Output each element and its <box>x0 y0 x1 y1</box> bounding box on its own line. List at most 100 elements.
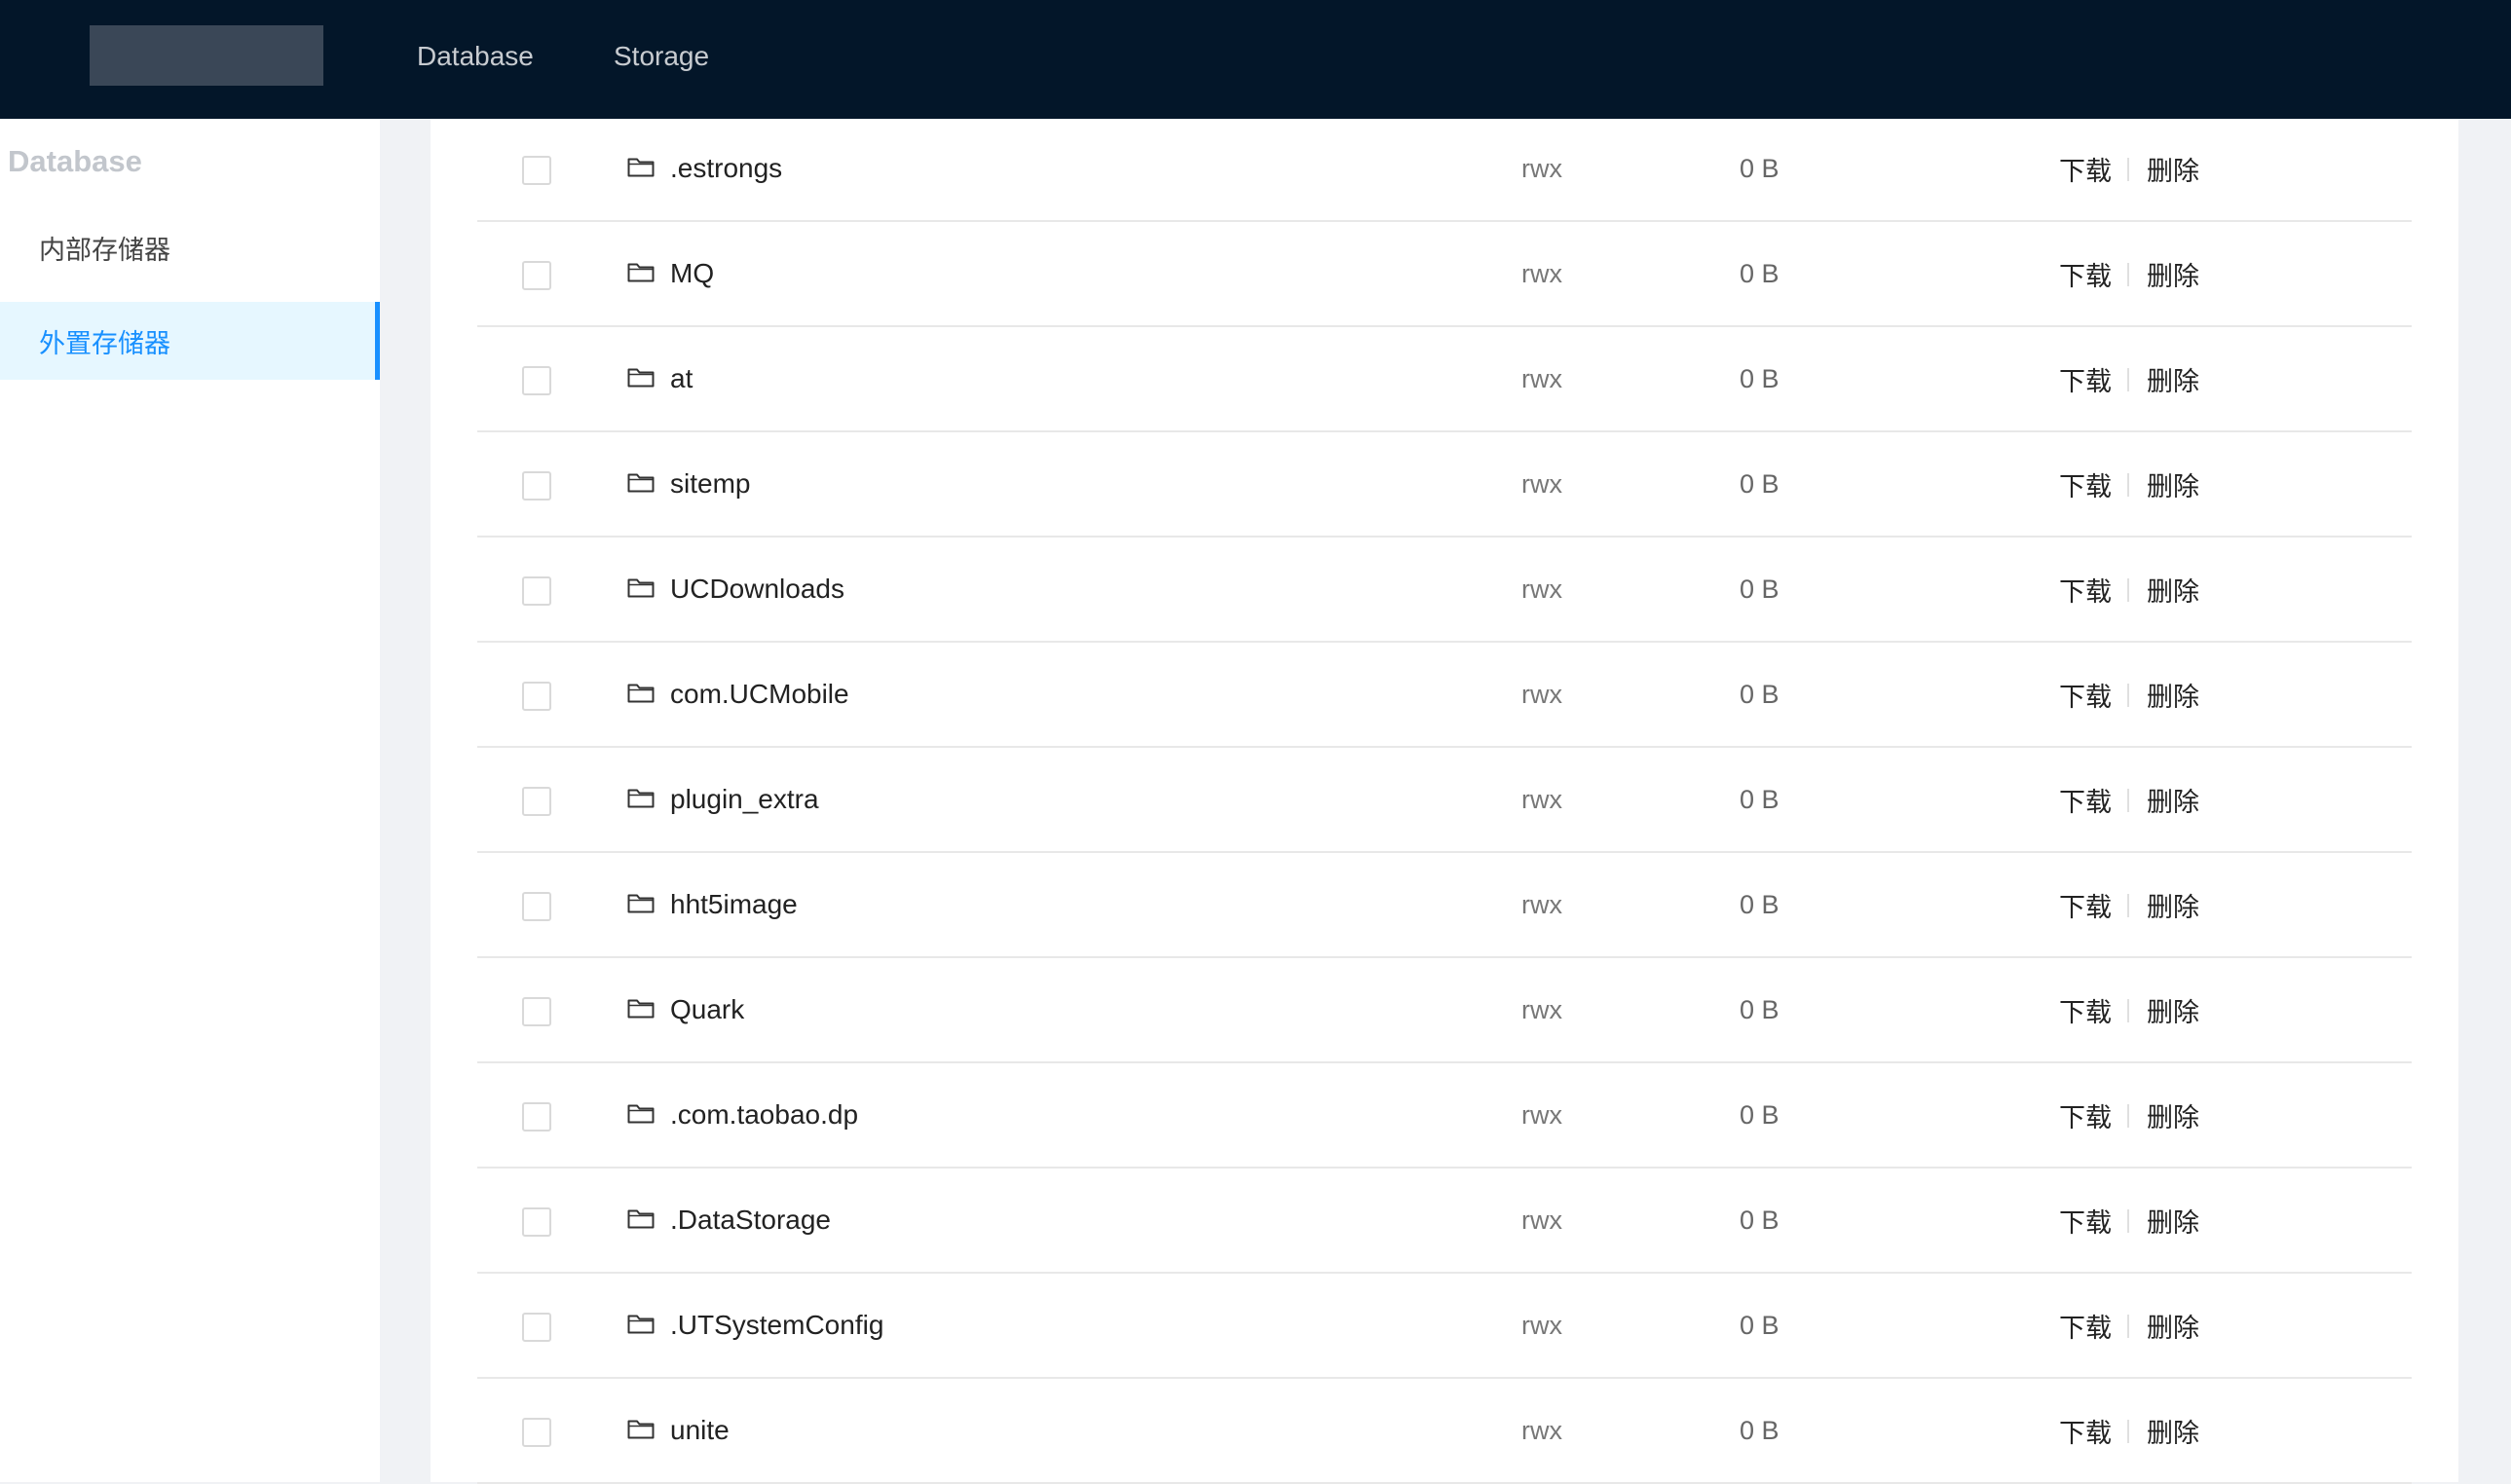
delete-button[interactable]: 删除 <box>2147 432 2199 536</box>
delete-button[interactable]: 删除 <box>2147 222 2199 325</box>
file-size: 0 B <box>1740 994 1780 1024</box>
logo <box>90 25 323 86</box>
download-button[interactable]: 下载 <box>2059 1063 2112 1167</box>
delete-button[interactable]: 删除 <box>2147 1274 2199 1377</box>
action-divider <box>2127 684 2129 707</box>
file-name[interactable]: unite <box>670 1379 730 1482</box>
download-button[interactable]: 下载 <box>2059 643 2112 746</box>
download-button[interactable]: 下载 <box>2059 538 2112 641</box>
delete-button[interactable]: 删除 <box>2147 117 2199 220</box>
delete-button[interactable]: 删除 <box>2147 1169 2199 1272</box>
action-divider <box>2127 894 2129 917</box>
file-size: 0 B <box>1740 468 1780 499</box>
file-name[interactable]: at <box>670 327 693 430</box>
download-button[interactable]: 下载 <box>2059 432 2112 536</box>
download-button[interactable]: 下载 <box>2059 327 2112 430</box>
folder-icon <box>627 575 655 599</box>
table-row: .DataStorage rwx 0 B 下载 删除 <box>477 1169 2412 1274</box>
file-permissions: rwx <box>1521 994 1562 1024</box>
download-button[interactable]: 下载 <box>2059 222 2112 325</box>
delete-button[interactable]: 删除 <box>2147 1379 2199 1482</box>
folder-icon <box>627 365 655 389</box>
row-checkbox[interactable] <box>522 1207 551 1237</box>
delete-button[interactable]: 删除 <box>2147 748 2199 851</box>
action-divider <box>2127 473 2129 497</box>
folder-icon <box>627 1312 655 1335</box>
row-checkbox[interactable] <box>522 366 551 395</box>
table-row: .UTSystemConfig rwx 0 B 下载 删除 <box>477 1274 2412 1379</box>
download-button[interactable]: 下载 <box>2059 748 2112 851</box>
file-name[interactable]: UCDownloads <box>670 538 844 641</box>
delete-button[interactable]: 删除 <box>2147 1063 2199 1167</box>
folder-icon <box>627 260 655 283</box>
file-name[interactable]: hht5image <box>670 853 798 956</box>
file-permissions: rwx <box>1521 889 1562 919</box>
row-checkbox[interactable] <box>522 471 551 501</box>
folder-icon <box>627 1417 655 1440</box>
file-name[interactable]: plugin_extra <box>670 748 819 851</box>
download-button[interactable]: 下载 <box>2059 1274 2112 1377</box>
file-permissions: rwx <box>1521 679 1562 709</box>
file-permissions: rwx <box>1521 468 1562 499</box>
row-checkbox[interactable] <box>522 1102 551 1132</box>
file-permissions: rwx <box>1521 1415 1562 1445</box>
file-name[interactable]: .estrongs <box>670 117 782 220</box>
download-button[interactable]: 下载 <box>2059 1379 2112 1482</box>
folder-icon <box>627 470 655 494</box>
file-permissions: rwx <box>1521 784 1562 814</box>
delete-button[interactable]: 删除 <box>2147 327 2199 430</box>
sidebar-item-internal-storage[interactable]: 内部存储器 <box>0 208 380 286</box>
file-size: 0 B <box>1740 679 1780 709</box>
nav-database[interactable]: Database <box>417 0 534 113</box>
file-name[interactable]: Quark <box>670 958 744 1061</box>
row-checkbox[interactable] <box>522 156 551 185</box>
sidebar-item-external-storage[interactable]: 外置存储器 <box>0 302 380 380</box>
file-permissions: rwx <box>1521 153 1562 183</box>
row-checkbox[interactable] <box>522 892 551 921</box>
action-divider <box>2127 368 2129 391</box>
file-size: 0 B <box>1740 1415 1780 1445</box>
file-size: 0 B <box>1740 1205 1780 1235</box>
download-button[interactable]: 下载 <box>2059 958 2112 1061</box>
download-button[interactable]: 下载 <box>2059 853 2112 956</box>
action-divider <box>2127 1104 2129 1128</box>
file-size: 0 B <box>1740 1310 1780 1340</box>
file-name[interactable]: com.UCMobile <box>670 643 849 746</box>
action-divider <box>2127 158 2129 181</box>
row-checkbox[interactable] <box>522 261 551 290</box>
delete-button[interactable]: 删除 <box>2147 643 2199 746</box>
row-checkbox[interactable] <box>522 576 551 606</box>
file-name[interactable]: sitemp <box>670 432 750 536</box>
action-divider <box>2127 999 2129 1022</box>
download-button[interactable]: 下载 <box>2059 1169 2112 1272</box>
file-size: 0 B <box>1740 889 1780 919</box>
table-row: com.UCMobile rwx 0 B 下载 删除 <box>477 643 2412 748</box>
file-size: 0 B <box>1740 784 1780 814</box>
row-checkbox[interactable] <box>522 997 551 1026</box>
file-permissions: rwx <box>1521 574 1562 604</box>
action-divider <box>2127 1315 2129 1338</box>
download-button[interactable]: 下载 <box>2059 117 2112 220</box>
file-name[interactable]: .UTSystemConfig <box>670 1274 883 1377</box>
row-checkbox[interactable] <box>522 1418 551 1447</box>
file-name[interactable]: .com.taobao.dp <box>670 1063 858 1167</box>
file-permissions: rwx <box>1521 1205 1562 1235</box>
row-checkbox[interactable] <box>522 1313 551 1342</box>
file-size: 0 B <box>1740 153 1780 183</box>
row-checkbox[interactable] <box>522 682 551 711</box>
file-name[interactable]: MQ <box>670 222 714 325</box>
folder-icon <box>627 891 655 914</box>
table-row: at rwx 0 B 下载 删除 <box>477 327 2412 432</box>
table-row: hht5image rwx 0 B 下载 删除 <box>477 853 2412 958</box>
folder-icon <box>627 1101 655 1125</box>
table-row: plugin_extra rwx 0 B 下载 删除 <box>477 748 2412 853</box>
delete-button[interactable]: 删除 <box>2147 958 2199 1061</box>
delete-button[interactable]: 删除 <box>2147 853 2199 956</box>
file-size: 0 B <box>1740 363 1780 393</box>
sidebar-item-label: 外置存储器 <box>39 328 170 358</box>
folder-icon <box>627 681 655 704</box>
delete-button[interactable]: 删除 <box>2147 538 2199 641</box>
file-name[interactable]: .DataStorage <box>670 1169 831 1272</box>
row-checkbox[interactable] <box>522 787 551 816</box>
nav-storage[interactable]: Storage <box>614 0 709 113</box>
